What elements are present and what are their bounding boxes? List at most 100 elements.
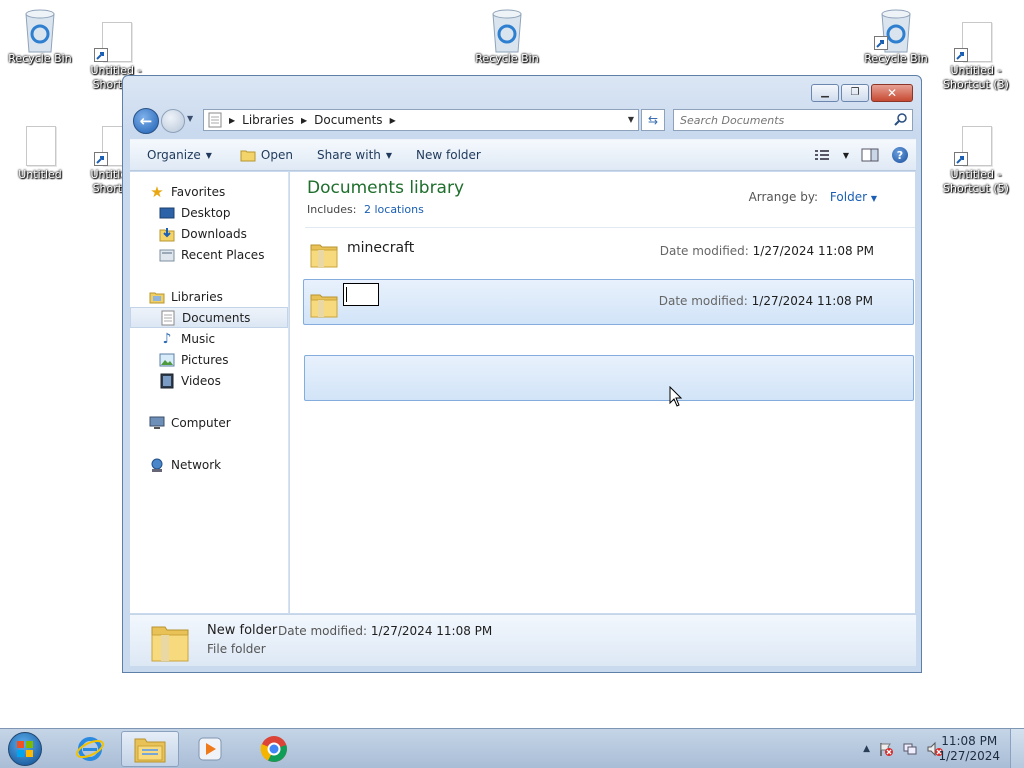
desktop-icon-label: Recycle Bin <box>8 52 72 65</box>
view-options-dropdown[interactable]: ▼ <box>840 144 852 166</box>
nav-label: Recent Places <box>181 247 265 262</box>
shortcut-arrow-icon <box>94 48 108 62</box>
date-modified-label: Date modified: <box>658 294 748 308</box>
shortcut-arrow-icon <box>874 36 888 50</box>
recycle-bin-icon <box>874 8 918 53</box>
document-icon <box>94 20 138 64</box>
minimize-button[interactable]: ▁ <box>811 84 839 102</box>
includes-locations-link[interactable]: 2 locations <box>364 203 424 216</box>
help-button[interactable]: ? <box>888 144 912 166</box>
recent-pages-dropdown[interactable]: ▼ <box>187 114 193 123</box>
nav-item-favorites[interactable]: ★ Favorites <box>149 181 307 202</box>
show-desktop-button[interactable] <box>1010 729 1024 768</box>
nav-label: Pictures <box>181 352 229 367</box>
desktop-icon-recycle-bin[interactable]: Recycle Bin <box>0 8 80 66</box>
desktop-icon-untitled-shortcut-5[interactable]: Untitled - Shortcut (5) <box>936 124 1016 196</box>
show-hidden-icons-button[interactable]: ▲ <box>863 744 870 754</box>
library-includes: Includes: 2 locations <box>307 203 424 216</box>
new-folder-button[interactable]: New folder <box>407 143 490 167</box>
nav-item-network[interactable]: Network <box>149 454 307 475</box>
date-modified-value: 1/27/2024 11:08 PM <box>751 294 873 308</box>
file-row-renaming[interactable]: Date modified: 1/27/2024 11:08 PM <box>303 279 914 325</box>
taskbar-clock[interactable]: 11:08 PM 1/27/2024 <box>938 734 1000 764</box>
command-bar: Organize ▼ Open Share with ▼ New folder … <box>130 139 916 171</box>
minimize-icon: ▁ <box>821 87 829 98</box>
desktop-icon-recycle-bin-shortcut[interactable]: Recycle Bin <box>856 8 936 66</box>
nav-label: Favorites <box>171 184 226 199</box>
network-status-icon[interactable] <box>902 741 918 757</box>
chevron-down-icon: ▼ <box>385 150 393 160</box>
preview-pane-button[interactable] <box>858 144 882 166</box>
address-bar[interactable]: ▶ Libraries ▶ Documents ▶ ▼ <box>203 109 639 131</box>
file-row-selected[interactable] <box>304 355 914 401</box>
nav-label: Libraries <box>171 289 223 304</box>
arrange-by-dropdown[interactable]: Folder ▼ <box>830 190 877 204</box>
open-button[interactable]: Open <box>231 143 302 167</box>
file-name: minecraft <box>347 240 415 256</box>
date-modified-value: 1/27/2024 11:08 PM <box>370 624 493 638</box>
desktop-icon-recycle-bin[interactable]: Recycle Bin <box>467 8 547 66</box>
library-page-icon <box>208 112 222 128</box>
share-with-button[interactable]: Share with ▼ <box>308 143 401 167</box>
windows-explorer-icon <box>134 738 166 763</box>
arrange-by: Arrange by: Folder ▼ <box>749 190 877 204</box>
rename-input[interactable] <box>343 283 379 306</box>
explorer-window: ▁ ❐ ✕ ← ▼ ▶ Libraries ▶ Documents ▶ ▼ ⇆ … <box>122 75 922 673</box>
search-input[interactable] <box>674 110 884 130</box>
document-icon <box>18 124 62 168</box>
taskbar-media-player[interactable] <box>181 731 239 767</box>
file-date-modified: Date modified: 1/27/2024 11:08 PM <box>660 244 874 258</box>
desktop-icon-label: Recycle Bin <box>864 52 928 65</box>
organize-button[interactable]: Organize ▼ <box>138 143 221 167</box>
breadcrumb-documents[interactable]: Documents <box>314 113 382 127</box>
chrome-icon <box>260 736 287 762</box>
nav-item-documents[interactable]: Documents <box>130 307 288 328</box>
nav-item-libraries[interactable]: Libraries <box>149 286 307 307</box>
music-icon: ♪ <box>162 330 172 347</box>
new-folder-label: New folder <box>416 148 481 162</box>
network-icon <box>149 457 165 473</box>
star-icon: ★ <box>150 182 164 201</box>
breadcrumb-separator-icon[interactable]: ▶ <box>229 116 235 125</box>
clock-date: 1/27/2024 <box>938 749 1000 763</box>
documents-icon <box>160 310 176 326</box>
start-button[interactable] <box>4 730 46 768</box>
taskbar-internet-explorer[interactable] <box>61 731 119 767</box>
taskbar-windows-explorer[interactable] <box>121 731 179 767</box>
refresh-button[interactable]: ⇆ <box>641 109 665 131</box>
search-box[interactable] <box>673 109 913 131</box>
file-row[interactable]: minecraft Date modified: 1/27/2024 11:08… <box>304 230 914 276</box>
back-arrow-icon: ← <box>139 112 153 130</box>
windows-logo-icon <box>8 732 42 766</box>
view-details-icon <box>815 150 829 160</box>
arrange-by-value: Folder <box>829 190 868 204</box>
help-icon: ? <box>892 147 908 163</box>
change-view-button[interactable] <box>810 144 834 166</box>
view-controls: ▼ ? <box>810 144 912 166</box>
navigation-bar: ← ▼ ▶ Libraries ▶ Documents ▶ ▼ ⇆ <box>131 106 915 134</box>
document-icon <box>954 124 998 168</box>
breadcrumb-separator-icon[interactable]: ▶ <box>390 116 396 125</box>
recycle-bin-icon <box>485 8 529 53</box>
nav-label: Desktop <box>181 205 231 220</box>
back-button[interactable]: ← <box>133 108 159 134</box>
media-player-icon <box>198 737 222 761</box>
breadcrumb-separator-icon[interactable]: ▶ <box>301 116 307 125</box>
close-icon: ✕ <box>886 86 898 100</box>
desktop-icon-label: Untitled - Shortcut (5) <box>943 168 1009 195</box>
maximize-button[interactable]: ❐ <box>841 84 869 102</box>
file-date-modified: Date modified: 1/27/2024 11:08 PM <box>659 294 873 308</box>
nav-item-computer[interactable]: Computer <box>149 412 307 433</box>
forward-button[interactable] <box>161 109 185 133</box>
taskbar-chrome[interactable] <box>245 731 303 767</box>
breadcrumb-libraries[interactable]: Libraries <box>242 113 294 127</box>
close-button[interactable]: ✕ <box>871 84 913 102</box>
folder-icon <box>310 294 338 318</box>
shortcut-arrow-icon <box>94 152 108 166</box>
desktop-icon-untitled[interactable]: Untitled <box>0 124 80 182</box>
address-dropdown-icon[interactable]: ▼ <box>628 115 634 124</box>
caption-buttons: ▁ ❐ ✕ <box>811 84 913 102</box>
desktop-icon-untitled-shortcut-3[interactable]: Untitled - Shortcut (3) <box>936 20 1016 92</box>
nav-label: Documents <box>182 310 251 325</box>
action-center-flag-icon[interactable] <box>878 741 894 757</box>
